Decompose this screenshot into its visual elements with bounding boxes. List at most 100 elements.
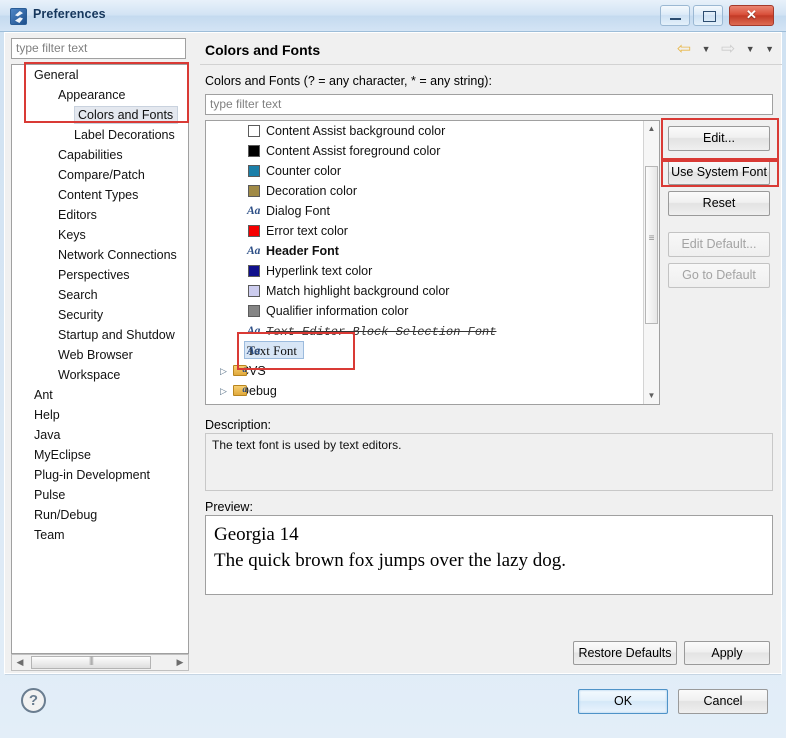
list-row[interactable]: Match highlight background color bbox=[206, 281, 659, 301]
sidebar-item-general[interactable]: General bbox=[12, 65, 188, 85]
sidebar-item-editors[interactable]: Editors bbox=[12, 205, 188, 225]
list-row-label: Decoration color bbox=[266, 184, 358, 198]
list-vertical-scrollbar[interactable]: ▲ ▼ bbox=[643, 121, 659, 404]
sidebar-item-startup-and-shutdow[interactable]: Startup and Shutdow bbox=[12, 325, 188, 345]
footer-divider bbox=[5, 674, 781, 675]
expander-triangle-right-icon[interactable]: ▷ bbox=[220, 361, 227, 381]
preview-label: Preview: bbox=[205, 500, 253, 514]
font-sample-icon: Aa bbox=[247, 245, 261, 257]
triangle-up-icon[interactable]: ▲ bbox=[644, 121, 659, 137]
sidebar-item-search[interactable]: Search bbox=[12, 285, 188, 305]
folder-icon bbox=[233, 359, 247, 379]
list-row-label: Dialog Font bbox=[266, 204, 330, 218]
apply-button[interactable]: Apply bbox=[684, 641, 770, 665]
list-row[interactable]: Decoration color bbox=[206, 181, 659, 201]
folder-icon bbox=[233, 379, 247, 399]
sidebar-filter-input[interactable]: type filter text bbox=[11, 38, 186, 59]
tree-horizontal-scrollbar[interactable]: ◀ ▶ bbox=[11, 654, 189, 671]
color-swatch-icon bbox=[248, 145, 260, 157]
triangle-left-icon[interactable]: ◀ bbox=[12, 655, 28, 670]
list-row[interactable]: Content Assist foreground color bbox=[206, 141, 659, 161]
colors-and-fonts-list[interactable]: Content Assist background color Content A… bbox=[205, 120, 660, 405]
description-label: Description: bbox=[205, 418, 271, 432]
minimize-button[interactable] bbox=[660, 5, 690, 26]
sidebar-item-web-browser[interactable]: Web Browser bbox=[12, 345, 188, 365]
triangle-down-icon[interactable]: ▼ bbox=[644, 388, 659, 404]
list-group-row[interactable]: ▷CVS bbox=[206, 359, 659, 381]
eclipse-logo-icon bbox=[10, 8, 27, 25]
sidebar-item-label: Compare/Patch bbox=[58, 168, 145, 182]
restore-defaults-button[interactable]: Restore Defaults bbox=[573, 641, 677, 665]
list-row[interactable]: Qualifier information color bbox=[206, 301, 659, 321]
sidebar-item-pulse[interactable]: Pulse bbox=[12, 485, 188, 505]
window-title: Preferences bbox=[33, 7, 106, 21]
list-row-label: Counter color bbox=[266, 164, 342, 178]
sidebar-item-plug-in-development[interactable]: Plug-in Development bbox=[12, 465, 188, 485]
sidebar-item-keys[interactable]: Keys bbox=[12, 225, 188, 245]
list-row[interactable]: Aa Header Font bbox=[206, 241, 659, 261]
edit-button[interactable]: Edit... bbox=[668, 126, 770, 151]
sidebar-item-label-decorations[interactable]: Label Decorations bbox=[12, 125, 188, 145]
sidebar-item-label: Search bbox=[58, 288, 98, 302]
font-sample-icon: Aa bbox=[247, 345, 261, 357]
sidebar-item-help[interactable]: Help bbox=[12, 405, 188, 425]
triangle-right-icon[interactable]: ▶ bbox=[172, 655, 188, 670]
arrow-right-icon: ⇨ bbox=[721, 39, 736, 58]
list-row[interactable]: Aa Text Editor Block Selection Font bbox=[206, 321, 659, 341]
sidebar-item-perspectives[interactable]: Perspectives bbox=[12, 265, 188, 285]
list-group-row[interactable]: ▷Debug bbox=[206, 379, 659, 401]
sidebar-item-label: Team bbox=[34, 528, 65, 542]
use-system-font-button[interactable]: Use System Font bbox=[668, 160, 770, 185]
sidebar-item-label: Web Browser bbox=[58, 348, 133, 362]
reset-button[interactable]: Reset bbox=[668, 191, 770, 216]
expander-triangle-right-icon[interactable]: ▷ bbox=[220, 381, 227, 401]
color-swatch-icon bbox=[248, 265, 260, 277]
scrollbar-thumb[interactable] bbox=[645, 166, 658, 324]
sidebar-item-team[interactable]: Team bbox=[12, 525, 188, 545]
arrow-left-icon[interactable]: ⇦ bbox=[677, 40, 691, 58]
sidebar-item-label: Network Connections bbox=[58, 248, 177, 262]
preview-line-1: Georgia 14 bbox=[214, 524, 299, 545]
sidebar-item-label: Startup and Shutdow bbox=[58, 328, 175, 342]
list-row-label: Hyperlink text color bbox=[266, 264, 373, 278]
list-row[interactable]: Hyperlink text color bbox=[206, 261, 659, 281]
forward-history-chevron-down-icon[interactable]: ▼ bbox=[746, 40, 755, 58]
sidebar-item-appearance[interactable]: Appearance bbox=[12, 85, 188, 105]
sidebar-item-ant[interactable]: Ant bbox=[12, 385, 188, 405]
sidebar-item-label: Run/Debug bbox=[34, 508, 98, 522]
sidebar-item-network-connections[interactable]: Network Connections bbox=[12, 245, 188, 265]
sidebar-item-capabilities[interactable]: Capabilities bbox=[12, 145, 188, 165]
sidebar-item-label: MyEclipse bbox=[34, 448, 91, 462]
sidebar-item-label: Java bbox=[34, 428, 61, 442]
sidebar-item-label: Appearance bbox=[58, 88, 126, 102]
list-row[interactable]: Error text color bbox=[206, 221, 659, 241]
list-row[interactable]: Content Assist background color bbox=[206, 121, 659, 141]
list-row[interactable]: Counter color bbox=[206, 161, 659, 181]
ok-button[interactable]: OK bbox=[578, 689, 668, 714]
cancel-button[interactable]: Cancel bbox=[678, 689, 768, 714]
sidebar-item-myeclipse[interactable]: MyEclipse bbox=[12, 445, 188, 465]
colors-and-fonts-filter-label: Colors and Fonts (? = any character, * =… bbox=[205, 74, 492, 88]
sidebar-item-compare-patch[interactable]: Compare/Patch bbox=[12, 165, 188, 185]
list-row-label: Qualifier information color bbox=[266, 304, 409, 318]
sidebar-item-content-types[interactable]: Content Types bbox=[12, 185, 188, 205]
back-history-chevron-down-icon[interactable]: ▼ bbox=[702, 40, 711, 58]
sidebar-item-label: Help bbox=[34, 408, 60, 422]
sidebar-item-java[interactable]: Java bbox=[12, 425, 188, 445]
color-swatch-icon bbox=[248, 185, 260, 197]
sidebar-item-label: General bbox=[34, 68, 79, 82]
sidebar-item-workspace[interactable]: Workspace bbox=[12, 365, 188, 385]
sidebar-item-colors-and-fonts[interactable]: Colors and Fonts bbox=[12, 105, 188, 125]
preferences-tree[interactable]: General Appearance Colors and Fonts Label D… bbox=[11, 64, 189, 654]
list-row[interactable]: Aa Text Font bbox=[206, 341, 659, 361]
color-swatch-icon bbox=[248, 285, 260, 297]
scrollbar-thumb[interactable] bbox=[31, 655, 151, 669]
close-button[interactable] bbox=[729, 5, 774, 26]
maximize-button[interactable] bbox=[693, 5, 723, 26]
colors-and-fonts-filter-input[interactable]: type filter text bbox=[205, 94, 773, 115]
list-row[interactable]: Aa Dialog Font bbox=[206, 201, 659, 221]
question-mark-icon[interactable]: ? bbox=[21, 688, 46, 713]
sidebar-item-run-debug[interactable]: Run/Debug bbox=[12, 505, 188, 525]
view-menu-chevron-down-icon[interactable]: ▼ bbox=[765, 40, 774, 58]
sidebar-item-security[interactable]: Security bbox=[12, 305, 188, 325]
